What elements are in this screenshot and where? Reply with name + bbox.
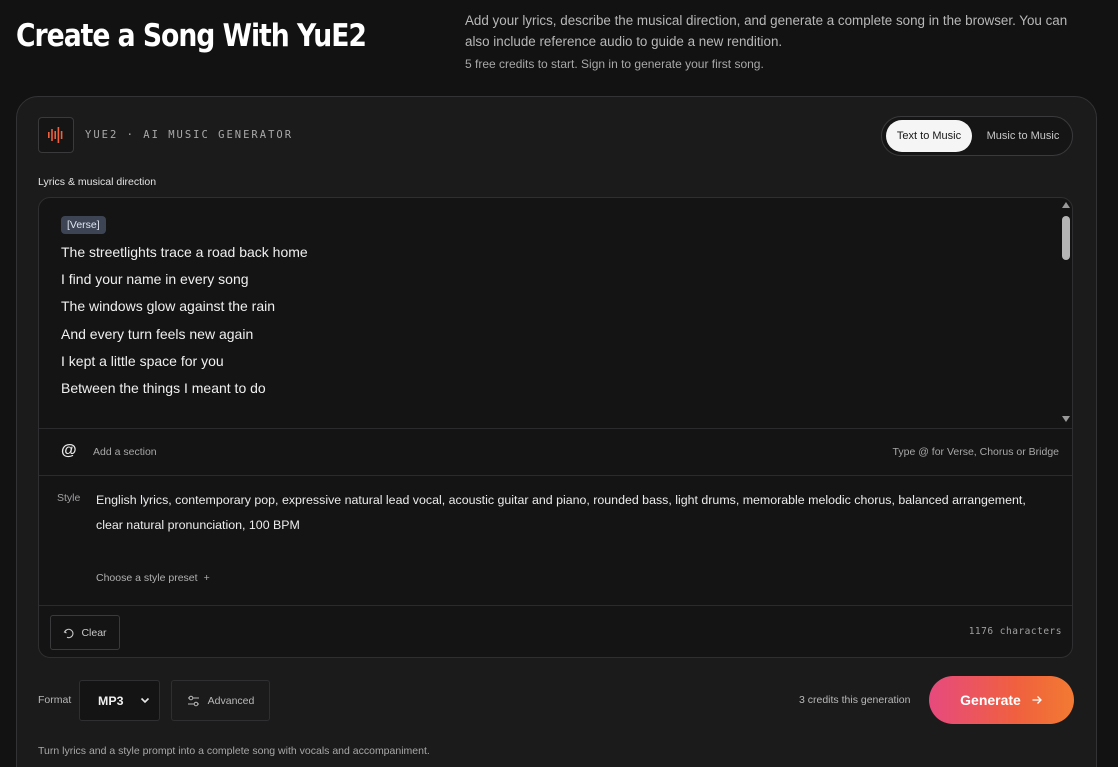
style-field[interactable]: Style English lyrics, contemporary pop, … <box>39 476 1072 606</box>
clear-button[interactable]: Clear <box>50 615 120 650</box>
verse-section-tag: [Verse] <box>61 216 106 234</box>
lyric-line: I kept a little space for you <box>61 353 224 369</box>
undo-icon <box>64 628 74 638</box>
character-count: 1176 characters <box>968 626 1062 637</box>
plus-icon: + <box>203 572 210 584</box>
page-title: Create a Song With YuE2 <box>16 18 367 54</box>
add-section-button[interactable]: Add a section <box>93 446 157 458</box>
style-preset-label: Choose a style preset <box>96 572 198 584</box>
format-value: MP3 <box>98 693 124 708</box>
scroll-down-arrow-icon[interactable] <box>1062 416 1070 422</box>
generator-card: YUE2 · AI MUSIC GENERATOR Text to Music … <box>16 96 1097 767</box>
intro-text: Add your lyrics, describe the musical di… <box>465 13 1068 49</box>
lyric-line: The windows glow against the rain <box>61 298 276 314</box>
lyrics-scrollbar[interactable] <box>1058 198 1072 428</box>
section-hint: Type @ for Verse, Chorus or Bridge <box>892 446 1059 458</box>
brand-label: YUE2 · AI MUSIC GENERATOR <box>85 129 294 141</box>
tab-text-to-music[interactable]: Text to Music <box>886 120 972 152</box>
lyric-line: And every turn feels new again <box>61 326 254 342</box>
mode-toggle: Text to Music Music to Music <box>881 116 1073 156</box>
style-label: Style <box>57 492 81 504</box>
free-credits-note: 5 free credits to start. Sign in to gene… <box>465 57 764 71</box>
lyric-line: The streetlights trace a road back home <box>61 244 308 260</box>
lyrics-section-label: Lyrics & musical direction <box>38 176 157 188</box>
format-select[interactable]: MP3 <box>79 680 160 721</box>
generation-cost: 3 credits this generation <box>799 694 911 706</box>
waveform-icon <box>48 127 63 143</box>
generate-label: Generate <box>960 692 1021 708</box>
editor-footer: Clear 1176 characters <box>39 606 1072 657</box>
style-prompt-text[interactable]: English lyrics, contemporary pop, expres… <box>96 488 1056 538</box>
advanced-button[interactable]: Advanced <box>171 680 270 721</box>
tab-music-to-music[interactable]: Music to Music <box>976 120 1070 152</box>
style-preset-button[interactable]: Choose a style preset + <box>96 572 210 584</box>
sliders-icon <box>187 695 199 706</box>
clear-label: Clear <box>81 626 107 639</box>
at-sign-icon[interactable]: @ <box>61 442 77 460</box>
advanced-label: Advanced <box>207 694 255 707</box>
section-bar: @ Add a section Type @ for Verse, Chorus… <box>39 428 1072 476</box>
footer-note: Turn lyrics and a style prompt into a co… <box>38 745 430 757</box>
scroll-up-arrow-icon[interactable] <box>1062 202 1070 208</box>
generate-button[interactable]: Generate <box>929 676 1074 724</box>
arrow-right-icon <box>1032 696 1042 704</box>
scrollbar-thumb[interactable] <box>1062 216 1070 260</box>
lyrics-textarea[interactable]: [Verse] The streetlights trace a road ba… <box>39 198 1072 428</box>
lyrics-editor: [Verse] The streetlights trace a road ba… <box>38 197 1073 658</box>
lyric-line: I find your name in every song <box>61 271 249 287</box>
logo <box>38 117 74 153</box>
format-label: Format <box>38 694 72 706</box>
chevron-down-icon <box>140 697 150 704</box>
lyric-line: Between the things I meant to do <box>61 380 266 396</box>
